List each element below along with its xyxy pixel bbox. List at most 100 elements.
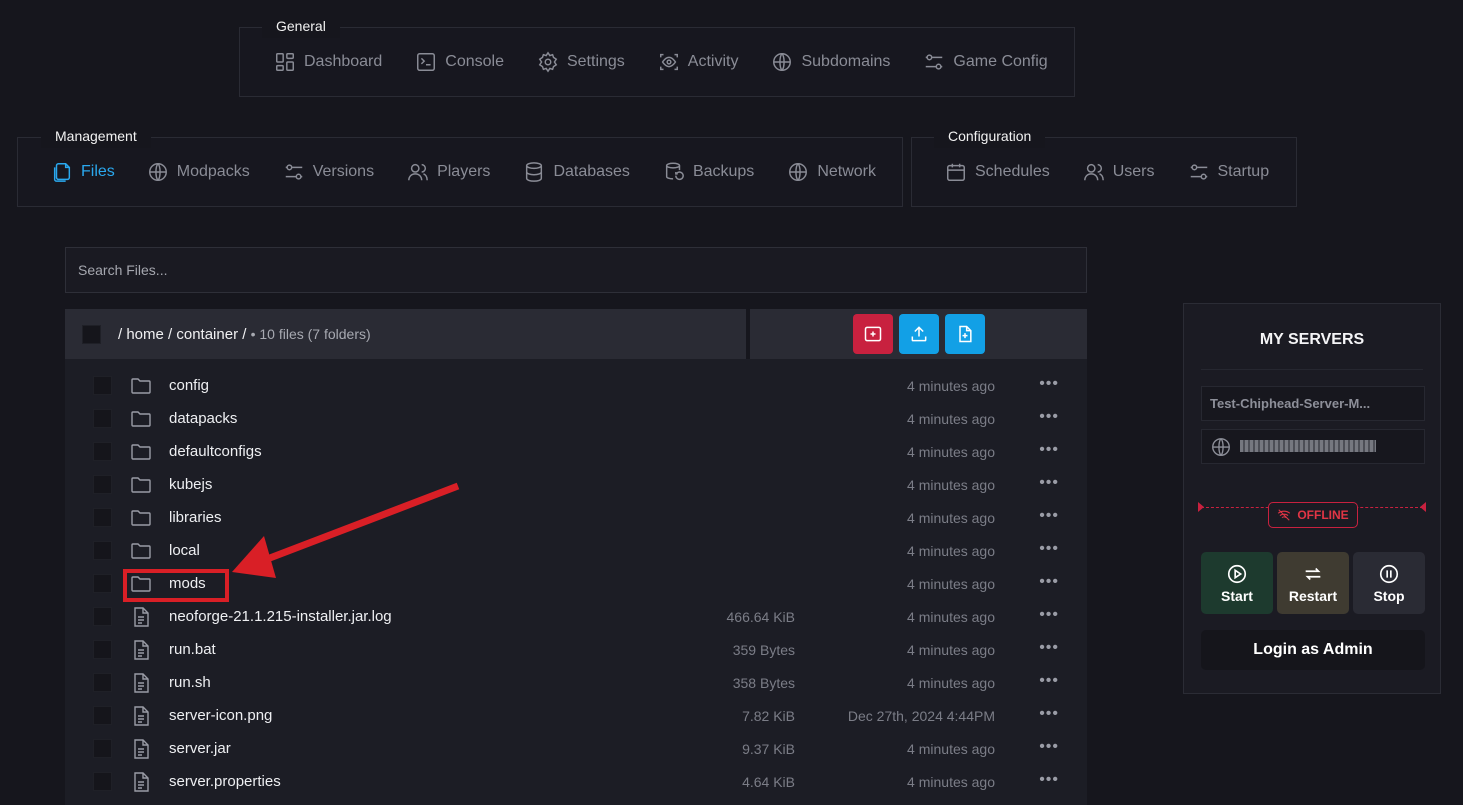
file-name[interactable]: server-icon.png — [169, 707, 272, 724]
row-checkbox[interactable] — [93, 376, 112, 395]
more-options-icon[interactable]: ••• — [1039, 672, 1059, 690]
folder-icon — [129, 539, 153, 563]
tab-schedules[interactable]: Schedules — [945, 152, 1050, 192]
folder-icon — [129, 374, 153, 398]
tab-files[interactable]: Files — [51, 152, 115, 192]
folder-row[interactable]: datapacks 4 minutes ago ••• — [65, 402, 1087, 435]
row-checkbox[interactable] — [93, 607, 112, 626]
folder-icon — [129, 440, 153, 464]
tab-dashboard[interactable]: Dashboard — [274, 42, 382, 82]
file-name[interactable]: neoforge-21.1.215-installer.jar.log — [169, 608, 392, 625]
file-row[interactable]: server.properties 4.64 KiB 4 minutes ago ••… — [65, 765, 1087, 798]
more-options-icon[interactable]: ••• — [1039, 705, 1059, 723]
folder-row[interactable]: local 4 minutes ago ••• — [65, 534, 1087, 567]
row-checkbox[interactable] — [93, 706, 112, 725]
tab-players[interactable]: Players — [407, 152, 490, 192]
login-as-admin-button[interactable]: Login as Admin — [1201, 630, 1425, 670]
management-nav: Management Files Modpacks Versions Playe… — [17, 122, 903, 207]
file-modified: 4 minutes ago — [907, 576, 995, 592]
row-checkbox[interactable] — [93, 772, 112, 791]
row-checkbox[interactable] — [93, 508, 112, 527]
file-name[interactable]: run.sh — [169, 674, 211, 691]
file-row[interactable]: run.bat 359 Bytes 4 minutes ago ••• — [65, 633, 1087, 666]
file-icon — [129, 671, 153, 695]
new-folder-button[interactable] — [852, 314, 893, 354]
file-name[interactable]: kubejs — [169, 476, 212, 493]
folder-row[interactable]: kubejs 4 minutes ago ••• — [65, 468, 1087, 501]
file-modified: 4 minutes ago — [907, 609, 995, 625]
file-row[interactable]: server.jar 9.37 KiB 4 minutes ago ••• — [65, 732, 1087, 765]
tab-databases[interactable]: Databases — [523, 152, 630, 192]
file-icon — [129, 737, 153, 761]
row-checkbox[interactable] — [93, 475, 112, 494]
folder-row[interactable]: config 4 minutes ago ••• — [65, 369, 1087, 402]
select-all-checkbox[interactable] — [82, 324, 101, 344]
file-name[interactable]: server.properties — [169, 773, 281, 790]
breadcrumb: / home / container / • 10 files (7 folde… — [118, 326, 371, 343]
more-options-icon[interactable]: ••• — [1039, 441, 1059, 459]
search-files-input[interactable] — [65, 247, 1087, 293]
folder-row[interactable]: defaultconfigs 4 minutes ago ••• — [65, 435, 1087, 468]
file-name[interactable]: datapacks — [169, 410, 237, 427]
file-row[interactable]: neoforge-21.1.215-installer.jar.log 466.6… — [65, 600, 1087, 633]
sliders-icon — [926, 54, 943, 70]
more-options-icon[interactable]: ••• — [1039, 738, 1059, 756]
upload-button[interactable] — [898, 314, 939, 354]
tab-subdomains[interactable]: Subdomains — [771, 42, 890, 82]
file-size: 359 Bytes — [732, 642, 795, 658]
folder-row[interactable]: mods 4 minutes ago ••• — [65, 567, 1087, 600]
server-name-field[interactable]: Test-Chiphead-Server-M... — [1201, 386, 1425, 421]
row-checkbox[interactable] — [93, 673, 112, 692]
breadcrumb-path[interactable]: / home / container / — [118, 326, 246, 343]
new-file-button[interactable] — [944, 314, 985, 354]
more-options-icon[interactable]: ••• — [1039, 540, 1059, 558]
more-options-icon[interactable]: ••• — [1039, 639, 1059, 657]
file-name[interactable]: defaultconfigs — [169, 443, 262, 460]
files-icon — [53, 163, 71, 182]
stop-button[interactable]: Stop — [1353, 552, 1425, 614]
row-checkbox[interactable] — [93, 640, 112, 659]
file-row[interactable]: run.sh 358 Bytes 4 minutes ago ••• — [65, 666, 1087, 699]
file-name[interactable]: run.bat — [169, 641, 216, 658]
stop-label: Stop — [1373, 587, 1405, 604]
file-name[interactable]: local — [169, 542, 200, 559]
file-name[interactable]: config — [169, 377, 209, 394]
file-modified: 4 minutes ago — [907, 444, 995, 460]
more-options-icon[interactable]: ••• — [1039, 771, 1059, 789]
globe-icon — [148, 163, 167, 181]
tab-backups[interactable]: Backups — [663, 152, 754, 192]
tab-game-config[interactable]: Game Config — [923, 42, 1048, 82]
tab-label: Game Config — [953, 53, 1048, 70]
tab-settings[interactable]: Settings — [537, 42, 625, 82]
row-checkbox[interactable] — [93, 541, 112, 560]
start-button[interactable]: Start — [1201, 552, 1273, 614]
tab-versions[interactable]: Versions — [283, 152, 374, 192]
tab-users[interactable]: Users — [1083, 152, 1155, 192]
folder-row[interactable]: libraries 4 minutes ago ••• — [65, 501, 1087, 534]
tab-label: Subdomains — [801, 53, 891, 70]
tab-startup[interactable]: Startup — [1188, 152, 1269, 192]
row-checkbox[interactable] — [93, 442, 112, 461]
general-nav: General Dashboard Console Settings Activ… — [239, 12, 1075, 97]
more-options-icon[interactable]: ••• — [1039, 573, 1059, 591]
more-options-icon[interactable]: ••• — [1039, 408, 1059, 426]
upload-icon — [911, 326, 926, 342]
pause-icon — [1379, 564, 1399, 583]
row-checkbox[interactable] — [93, 574, 112, 593]
file-name[interactable]: server.jar — [169, 740, 231, 757]
row-checkbox[interactable] — [93, 739, 112, 758]
tab-modpacks[interactable]: Modpacks — [147, 152, 250, 192]
more-options-icon[interactable]: ••• — [1039, 507, 1059, 525]
row-checkbox[interactable] — [93, 409, 112, 428]
tab-console[interactable]: Console — [415, 42, 504, 82]
tab-network[interactable]: Network — [787, 152, 876, 192]
server-address-field[interactable] — [1201, 429, 1425, 464]
file-name[interactable]: libraries — [169, 509, 222, 526]
more-options-icon[interactable]: ••• — [1039, 375, 1059, 393]
file-row[interactable]: server-icon.png 7.82 KiB Dec 27th, 2024 4:… — [65, 699, 1087, 732]
tab-activity[interactable]: Activity — [658, 42, 738, 82]
more-options-icon[interactable]: ••• — [1039, 474, 1059, 492]
restart-button[interactable]: Restart — [1277, 552, 1349, 614]
file-name[interactable]: mods — [169, 575, 206, 592]
more-options-icon[interactable]: ••• — [1039, 606, 1059, 624]
